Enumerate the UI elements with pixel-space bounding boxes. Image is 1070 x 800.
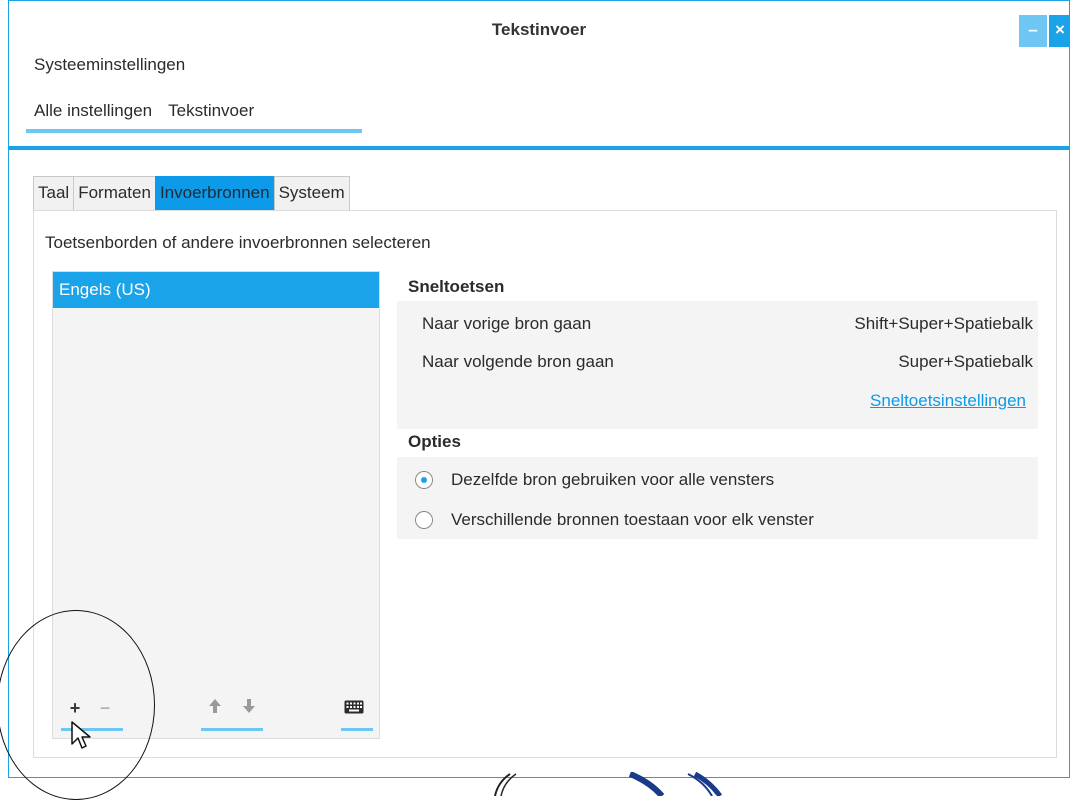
- breadcrumb: Alle instellingen Tekstinvoer: [26, 91, 262, 131]
- move-up-button[interactable]: [206, 696, 224, 720]
- shortcuts-box: Naar vorige bron gaan Shift+Super+Spatie…: [397, 301, 1038, 429]
- move-down-button[interactable]: [240, 696, 258, 720]
- tab-language[interactable]: Taal: [33, 176, 75, 210]
- arrow-up-icon: [209, 699, 221, 713]
- panel-heading: Toetsenborden of andere invoerbronnen se…: [45, 233, 431, 252]
- tab-bar: Taal Formaten Invoerbronnen Systeem: [33, 176, 350, 210]
- annotation-circle: [0, 610, 155, 800]
- mouse-pointer-icon: [70, 720, 92, 755]
- radio-per-window[interactable]: Verschillende bronnen toestaan voor elk …: [415, 505, 814, 535]
- title-bar: Tekstinvoer – ×: [9, 1, 1070, 47]
- shortcut-row-next: Naar volgende bron gaan Super+Spatiebalk: [422, 347, 1033, 377]
- options-box: Dezelfde bron gebruiken voor alle venste…: [397, 457, 1038, 539]
- radio-unchecked-icon[interactable]: [415, 511, 433, 529]
- list-item[interactable]: Engels (US): [53, 272, 379, 308]
- shortcut-keys[interactable]: Shift+Super+Spatiebalk: [854, 309, 1033, 339]
- arrow-down-icon: [243, 699, 255, 713]
- shortcut-label: Naar volgende bron gaan: [422, 352, 614, 371]
- window-title: Tekstinvoer: [491, 20, 587, 39]
- options-title: Opties: [408, 432, 461, 451]
- close-button[interactable]: ×: [1049, 15, 1070, 47]
- minimize-button[interactable]: –: [1019, 15, 1047, 47]
- shortcut-settings-link[interactable]: Sneltoetsinstellingen: [870, 391, 1026, 411]
- input-sources-panel: Toetsenborden of andere invoerbronnen se…: [33, 210, 1057, 758]
- tab-input-sources[interactable]: Invoerbronnen: [154, 176, 275, 210]
- settings-window: Tekstinvoer – × Systeeminstellingen Alle…: [8, 0, 1070, 778]
- breadcrumb-underline: [26, 129, 362, 133]
- keyboard-layout-button[interactable]: [343, 696, 365, 720]
- shortcut-row-previous: Naar vorige bron gaan Shift+Super+Spatie…: [422, 309, 1033, 339]
- decorative-swoosh-icon: [494, 772, 723, 796]
- shortcut-keys[interactable]: Super+Spatiebalk: [898, 347, 1033, 377]
- tab-system[interactable]: Systeem: [273, 176, 350, 210]
- header-separator: [9, 146, 1070, 150]
- shortcuts-title: Sneltoetsen: [408, 277, 505, 296]
- breadcrumb-all-settings[interactable]: Alle instellingen: [26, 101, 160, 121]
- breadcrumb-text-input[interactable]: Tekstinvoer: [160, 101, 262, 121]
- radio-checked-icon[interactable]: [415, 471, 433, 489]
- app-title: Systeeminstellingen: [34, 55, 186, 74]
- radio-label: Verschillende bronnen toestaan voor elk …: [451, 510, 814, 529]
- move-underline: [201, 728, 263, 731]
- keyboard-underline: [341, 728, 373, 731]
- radio-label: Dezelfde bron gebruiken voor alle venste…: [451, 470, 775, 489]
- radio-same-source[interactable]: Dezelfde bron gebruiken voor alle venste…: [415, 465, 774, 495]
- tab-formats[interactable]: Formaten: [73, 176, 156, 210]
- shortcut-label: Naar vorige bron gaan: [422, 314, 592, 333]
- keyboard-icon: [344, 700, 364, 714]
